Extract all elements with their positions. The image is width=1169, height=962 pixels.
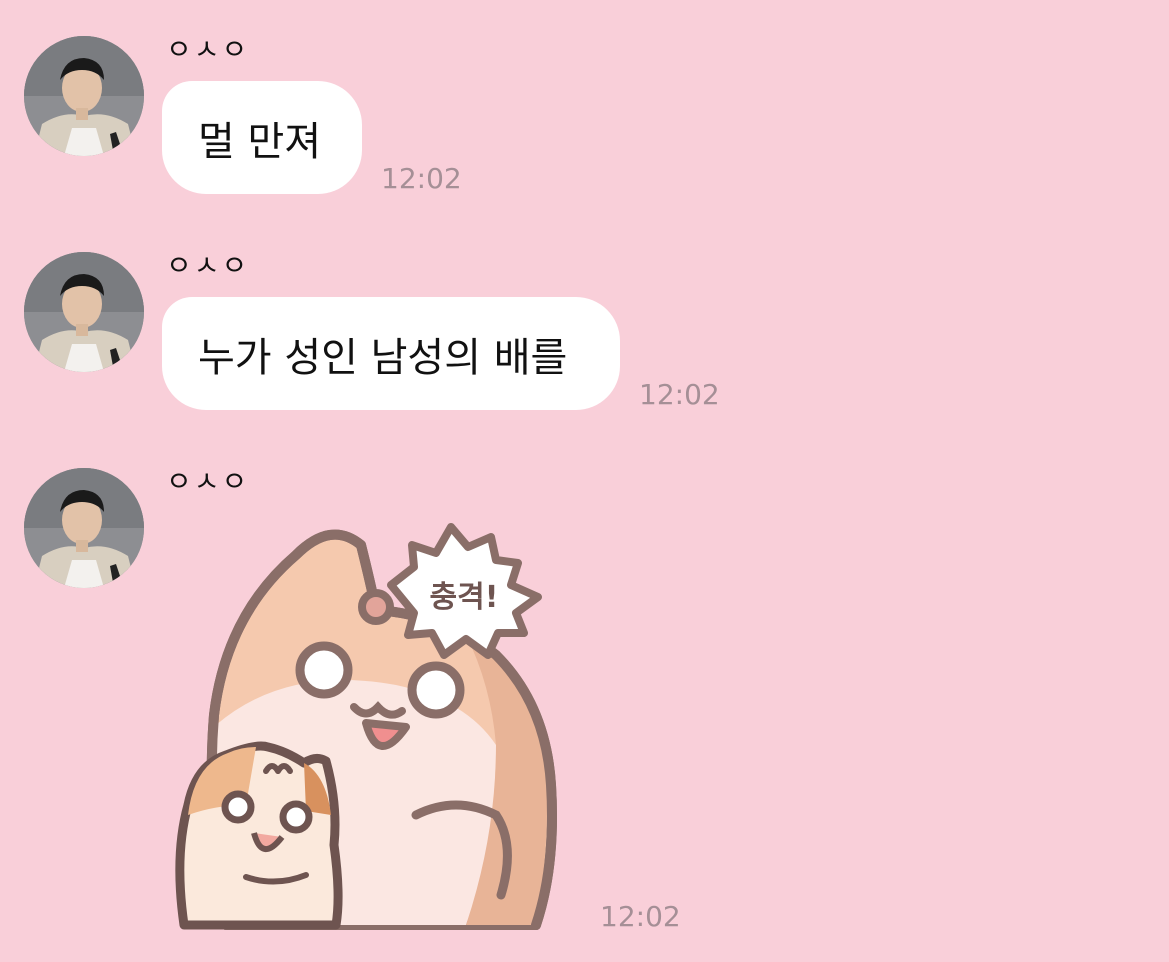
- avatar[interactable]: [24, 468, 144, 588]
- avatar[interactable]: [24, 252, 144, 372]
- profile-photo-icon: [24, 252, 144, 372]
- sender-name: ㅇㅅㅇ: [166, 249, 250, 282]
- message-timestamp: 12:02: [639, 378, 720, 411]
- avatar[interactable]: [24, 36, 144, 156]
- message-bubble[interactable]: 누가 성인 남성의 배를: [162, 297, 620, 410]
- sticker-text: 충격!: [430, 580, 499, 615]
- sender-name: ㅇㅅㅇ: [166, 33, 250, 66]
- cat-sticker-icon[interactable]: 충격!: [166, 515, 586, 935]
- sender-name: ㅇㅅㅇ: [166, 465, 250, 498]
- profile-photo-icon: [24, 36, 144, 156]
- profile-photo-icon: [24, 468, 144, 588]
- message-timestamp: 12:02: [381, 162, 462, 195]
- message-bubble[interactable]: 멀 만져: [162, 81, 362, 194]
- message-timestamp: 12:02: [600, 900, 681, 933]
